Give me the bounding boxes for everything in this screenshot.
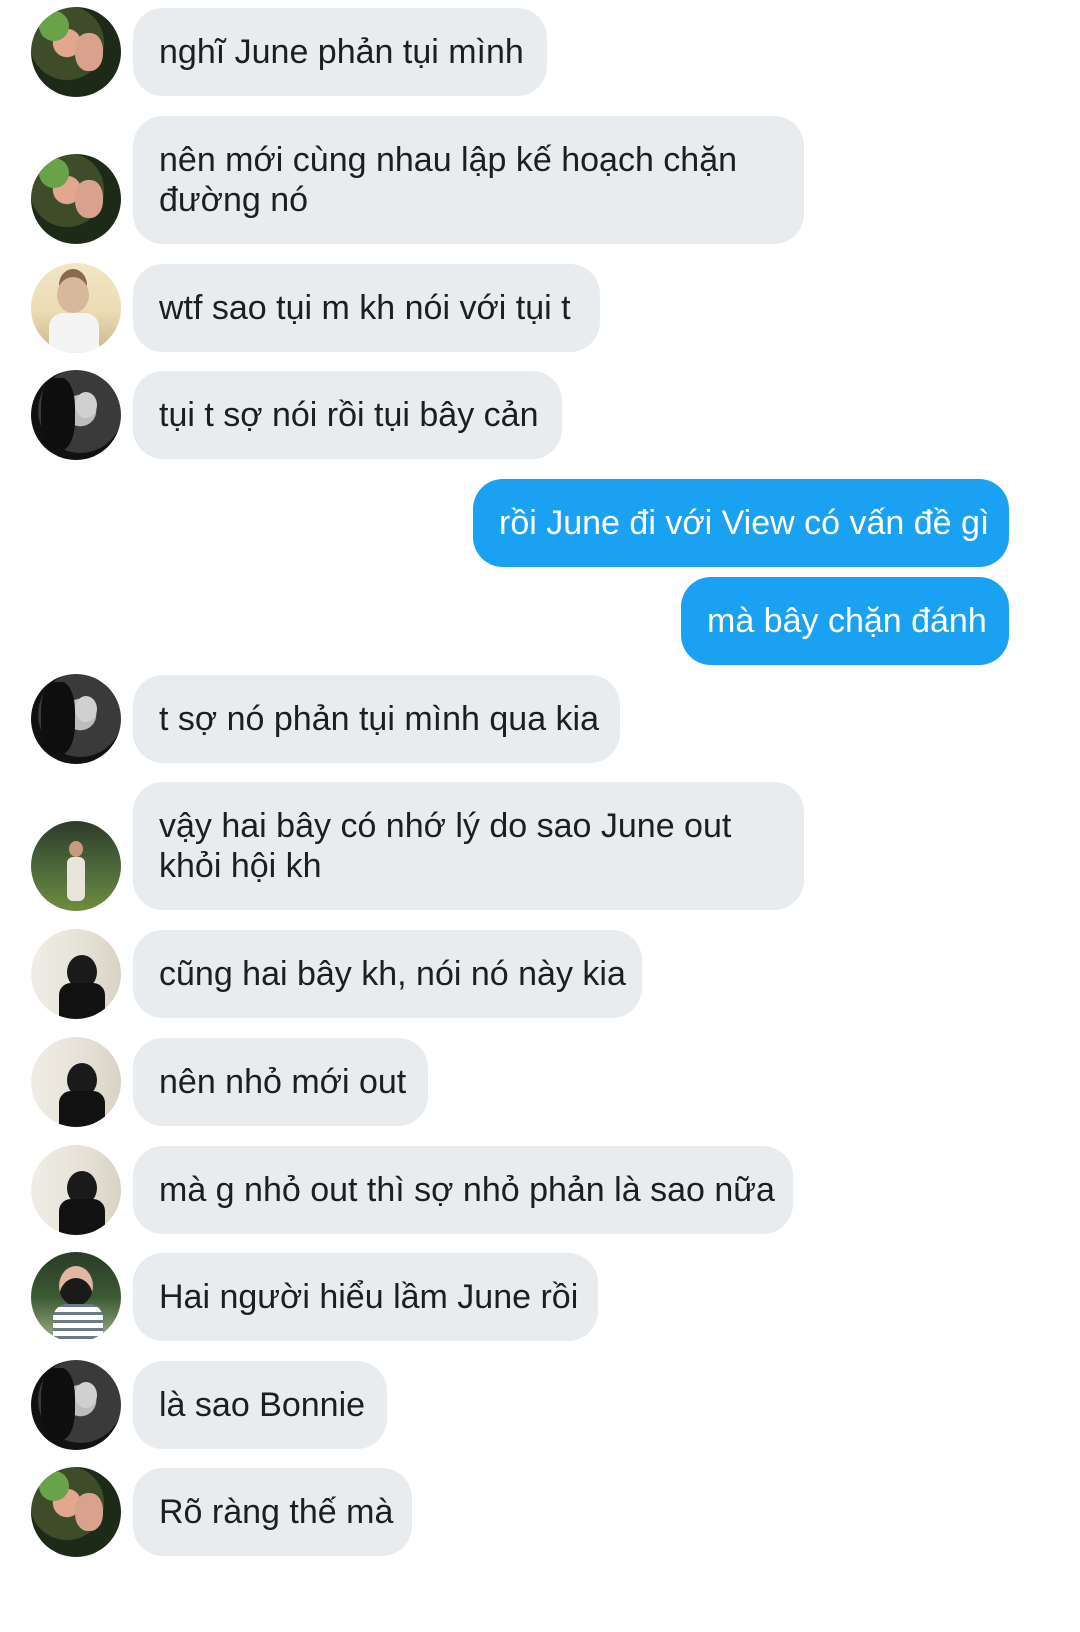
- avatar[interactable]: [31, 7, 121, 97]
- incoming-message-bubble[interactable]: Rõ ràng thế mà: [133, 1468, 412, 1556]
- incoming-message-bubble[interactable]: nên mới cùng nhau lập kế hoạch chặn đườn…: [133, 116, 804, 244]
- avatar[interactable]: [31, 821, 121, 911]
- incoming-message-bubble[interactable]: vậy hai bây có nhớ lý do sao June out kh…: [133, 782, 804, 910]
- avatar[interactable]: [31, 929, 121, 1019]
- avatar[interactable]: [31, 1467, 121, 1557]
- avatar[interactable]: [31, 1252, 121, 1342]
- incoming-message-bubble[interactable]: nghĩ June phản tụi mình: [133, 8, 547, 96]
- incoming-message-bubble[interactable]: là sao Bonnie: [133, 1361, 387, 1449]
- outgoing-message-bubble[interactable]: mà bây chặn đánh: [681, 577, 1009, 665]
- avatar[interactable]: [31, 370, 121, 460]
- incoming-message-bubble[interactable]: nên nhỏ mới out: [133, 1038, 428, 1126]
- avatar[interactable]: [31, 1037, 121, 1127]
- avatar[interactable]: [31, 263, 121, 353]
- avatar[interactable]: [31, 154, 121, 244]
- incoming-message-bubble[interactable]: Hai người hiểu lầm June rồi: [133, 1253, 598, 1341]
- avatar[interactable]: [31, 1360, 121, 1450]
- outgoing-message-bubble[interactable]: rồi June đi với View có vấn đề gì: [473, 479, 1009, 567]
- incoming-message-bubble[interactable]: tụi t sợ nói rồi tụi bây cản: [133, 371, 562, 459]
- avatar[interactable]: [31, 674, 121, 764]
- incoming-message-bubble[interactable]: t sợ nó phản tụi mình qua kia: [133, 675, 620, 763]
- incoming-message-bubble[interactable]: cũng hai bây kh, nói nó này kia: [133, 930, 642, 1018]
- avatar[interactable]: [31, 1145, 121, 1235]
- incoming-message-bubble[interactable]: mà g nhỏ out thì sợ nhỏ phản là sao nữa: [133, 1146, 793, 1234]
- incoming-message-bubble[interactable]: wtf sao tụi m kh nói với tụi t: [133, 264, 600, 352]
